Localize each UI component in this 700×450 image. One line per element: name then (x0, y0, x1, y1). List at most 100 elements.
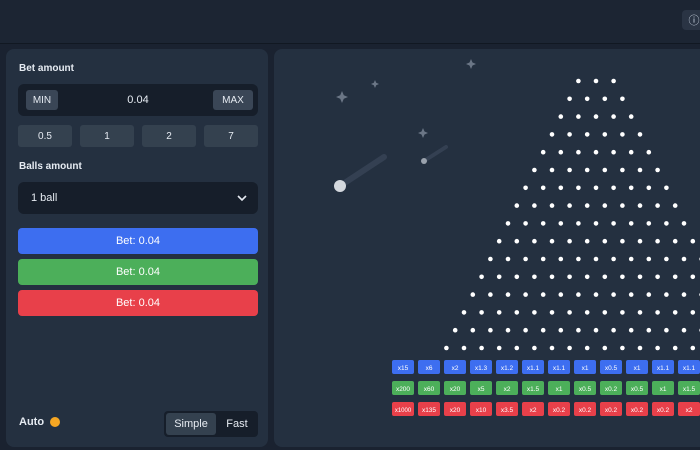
peg (514, 345, 520, 351)
peg (558, 185, 564, 191)
min-button[interactable]: MIN (26, 90, 58, 110)
peg (690, 310, 696, 315)
balls-amount-select[interactable]: 1 ball (18, 182, 258, 214)
peg (593, 256, 599, 262)
peg (549, 203, 555, 208)
peg (646, 185, 652, 191)
bet-green-button[interactable]: Bet: 0.04 (18, 259, 258, 285)
multiplier-label: x1.1 (527, 365, 540, 372)
multiplier-label: x1.1 (553, 365, 566, 372)
auto-indicator-icon (50, 417, 61, 427)
peg (611, 185, 616, 191)
quick-amount-button[interactable]: 1 (80, 125, 134, 147)
peg (461, 310, 467, 315)
peg (611, 256, 616, 262)
multiplier-label: x0.2 (553, 407, 566, 414)
multiplier-label: x0.5 (579, 386, 592, 393)
peg (514, 310, 520, 315)
info-button[interactable]: ⓘ (682, 10, 700, 30)
speed-mode-switch: Simple Fast (164, 411, 258, 437)
peg (593, 292, 599, 297)
peg (496, 238, 502, 244)
peg (611, 292, 616, 297)
peg (602, 238, 608, 244)
multiplier-label: x10 (476, 407, 487, 414)
multiplier-label: x0.5 (605, 365, 618, 372)
peg (602, 274, 608, 280)
balls-amount-label: Balls amount (19, 161, 82, 172)
peg (549, 345, 555, 351)
peg (488, 256, 493, 262)
peg (655, 167, 660, 173)
peg (584, 274, 590, 280)
peg (523, 256, 528, 262)
peg (549, 310, 555, 315)
bet-red-button[interactable]: Bet: 0.04 (18, 290, 258, 316)
peg (444, 345, 449, 351)
peg (655, 203, 660, 208)
peg (523, 292, 528, 297)
multiplier-label: x1 (660, 386, 667, 393)
auto-toggle[interactable]: Auto (19, 416, 61, 428)
bet-amount-label: Bet amount (19, 63, 74, 74)
fast-mode-button[interactable]: Fast (218, 413, 256, 435)
sparkle-icon (336, 91, 348, 103)
bet-amount-input[interactable]: 0.04 (78, 84, 198, 116)
peg (672, 238, 678, 244)
multiplier-label: x0.2 (657, 407, 670, 414)
sparkle-icon (418, 128, 428, 138)
peg (620, 274, 625, 280)
peg (532, 345, 537, 351)
peg (628, 292, 634, 297)
quick-amount-button[interactable]: 2 (142, 125, 196, 147)
peg (540, 327, 546, 333)
multiplier-label: x60 (424, 386, 435, 393)
peg (672, 310, 678, 315)
multiplier-label: x0.2 (605, 407, 618, 414)
peg (576, 327, 581, 333)
multiplier-label: x1.5 (683, 386, 696, 393)
peg (593, 149, 599, 155)
multiplier-label: x5 (478, 386, 485, 393)
auto-label: Auto (19, 416, 45, 428)
max-button[interactable]: MAX (213, 90, 253, 110)
multiplier-label: x1 (556, 386, 563, 393)
chevron-down-icon (237, 195, 247, 202)
multiplier-label: x0.2 (579, 407, 592, 414)
peg (628, 185, 634, 191)
peg (611, 78, 616, 84)
peg (637, 310, 643, 315)
quick-amount-button[interactable]: 0.5 (18, 125, 72, 147)
peg (602, 345, 608, 351)
bet-blue-button[interactable]: Bet: 0.04 (18, 228, 258, 254)
peg (576, 256, 581, 262)
peg (620, 345, 625, 351)
peg (479, 310, 484, 315)
multiplier-label: x2 (530, 407, 537, 414)
peg (549, 274, 555, 280)
peg (567, 96, 572, 102)
info-icon: ⓘ (688, 15, 700, 27)
multiplier-label: x2 (452, 365, 459, 372)
peg (496, 274, 502, 280)
peg (611, 221, 616, 226)
peg (523, 185, 528, 191)
peg (620, 167, 625, 173)
peg (611, 149, 616, 155)
multiplier-label: x1 (582, 365, 589, 372)
multiplier-label: x1.1 (683, 365, 696, 372)
peg (637, 167, 643, 173)
peg (584, 96, 590, 102)
peg (664, 327, 669, 333)
peg (540, 149, 546, 155)
peg (558, 292, 564, 297)
simple-mode-button[interactable]: Simple (166, 413, 216, 435)
peg (637, 132, 643, 137)
peg (584, 310, 590, 315)
peg (672, 345, 678, 351)
multiplier-label: x1.5 (527, 386, 540, 393)
quick-amount-button[interactable]: 7 (204, 125, 258, 147)
peg (655, 310, 660, 315)
peg (672, 203, 678, 208)
peg (637, 238, 643, 244)
